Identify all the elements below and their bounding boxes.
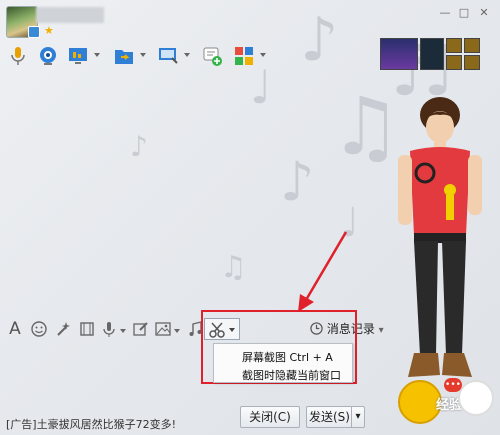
- maximize-button[interactable]: □: [456, 6, 472, 20]
- app-panel: [380, 38, 488, 70]
- chevron-down-icon[interactable]: [120, 329, 126, 333]
- file-transfer-icon[interactable]: [112, 44, 136, 68]
- title-bar: ★ — □ ✕: [0, 0, 500, 42]
- send-button[interactable]: 发送(S): [306, 406, 352, 428]
- chevron-down-icon[interactable]: [140, 53, 146, 57]
- edit-icon[interactable]: [132, 320, 150, 338]
- chevron-down-icon[interactable]: [260, 53, 266, 57]
- music-note-decoration: ♪: [130, 130, 148, 163]
- remote-desktop-icon[interactable]: [156, 44, 180, 68]
- screenshot-menu: 屏幕截图 Ctrl + A 截图时隐藏当前窗口: [213, 343, 353, 383]
- ad-text[interactable]: [广告]土豪拔风居然比猴子72变多!: [6, 416, 176, 432]
- annotation-arrow: [298, 231, 348, 312]
- music-note-decoration: ♪: [280, 150, 315, 213]
- chevron-down-icon[interactable]: [174, 329, 180, 333]
- app-icon[interactable]: [446, 55, 462, 70]
- contact-name-blurred: [36, 7, 104, 23]
- microphone-icon[interactable]: [100, 320, 118, 338]
- emoji-icon[interactable]: [30, 320, 48, 338]
- app-thumbnail[interactable]: [380, 38, 418, 70]
- screen-share-icon[interactable]: [66, 44, 90, 68]
- webcam-icon[interactable]: [36, 44, 60, 68]
- microphone-icon[interactable]: [6, 44, 30, 68]
- font-button[interactable]: A: [6, 320, 24, 338]
- star-icon: ★: [44, 24, 54, 37]
- character-illustration: [398, 97, 482, 377]
- apps-add-icon[interactable]: [200, 44, 224, 68]
- chevron-down-icon[interactable]: ▾: [379, 325, 384, 336]
- app-grid-icon[interactable]: [232, 44, 256, 68]
- menu-item-hide-window[interactable]: 截图时隐藏当前窗口: [242, 367, 341, 383]
- app-icon[interactable]: [464, 55, 480, 70]
- close-window-button[interactable]: ✕: [476, 6, 492, 20]
- chat-window: ♪ ♫ ♩ ♬ ♪ ♩ ♫ ♪ ★ — □ ✕ A 消息记录 ▾ 屏幕截图 Ct…: [0, 0, 500, 435]
- avatar[interactable]: [458, 380, 494, 416]
- minimize-button[interactable]: —: [437, 6, 453, 20]
- app-icon[interactable]: [464, 38, 480, 53]
- status-badge: [28, 26, 40, 38]
- app-icon[interactable]: [446, 38, 462, 53]
- app-thumbnail[interactable]: [420, 38, 444, 70]
- chat-toolbar: [4, 42, 274, 70]
- menu-item-screen-capture[interactable]: 屏幕截图 Ctrl + A: [242, 349, 333, 365]
- magic-wand-icon[interactable]: [54, 320, 72, 338]
- video-clip-icon[interactable]: [78, 320, 96, 338]
- chevron-down-icon[interactable]: [184, 53, 190, 57]
- close-button[interactable]: 关闭(C): [240, 406, 300, 428]
- chevron-down-icon[interactable]: [94, 53, 100, 57]
- message-bubble-icon[interactable]: •••: [444, 378, 462, 392]
- image-icon[interactable]: [154, 320, 172, 338]
- send-options-button[interactable]: ▾: [351, 406, 365, 428]
- music-note-decoration: ♫: [220, 250, 247, 285]
